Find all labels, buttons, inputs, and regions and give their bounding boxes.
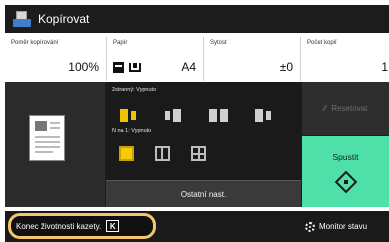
layout-4-on-1-button[interactable] [191, 146, 206, 161]
options-panel: 2stranný: Vypnuto N na 1: Vypnuto Ostatn… [106, 82, 301, 207]
duplex-1-to-1-button[interactable] [114, 105, 142, 125]
status-message-text: Konec životnosti kazety. [16, 221, 102, 231]
status-bar: Konec životnosti kazety. K Monitor stavu [5, 211, 389, 242]
copies-label: Počet kopií [307, 40, 337, 46]
duplex-2-to-1-button[interactable] [249, 105, 277, 125]
page-title: Kopírovat [38, 12, 90, 26]
other-settings-button[interactable]: Ostatní nast. [106, 180, 301, 207]
copy-ratio-setting[interactable]: Poměr kopírování 100% [5, 37, 105, 81]
layout-2-on-1-button[interactable] [155, 146, 170, 161]
settings-row: Poměr kopírování 100% Papír A4 Sytost ±0… [5, 37, 389, 81]
title-bar: Kopírovat [5, 5, 389, 33]
layout-1-on-1-button[interactable] [119, 146, 134, 161]
paper-setting[interactable]: Papír A4 [106, 37, 202, 81]
cassette-icon [113, 62, 124, 73]
duplex-2-to-2-button[interactable] [204, 105, 232, 125]
density-setting[interactable]: Sytost ±0 [203, 37, 299, 81]
copies-value: 1 [381, 60, 388, 74]
start-button[interactable]: Spustit [302, 136, 389, 207]
density-value: ±0 [279, 60, 293, 74]
density-label: Sytost [210, 40, 227, 46]
reset-button[interactable]: ⁄⁄ Resetovat [302, 82, 389, 135]
duplex-label: 2stranný: Vypnuto [112, 87, 157, 93]
paper-label: Papír [113, 40, 128, 46]
gear-icon [305, 221, 315, 232]
status-message[interactable]: Konec životnosti kazety. K [8, 213, 156, 239]
main-panel: 2stranný: Vypnuto N na 1: Vypnuto Ostatn… [5, 82, 389, 207]
status-monitor-label: Monitor stavu [319, 222, 368, 231]
n-on-1-label: N na 1: Vypnuto [112, 128, 152, 134]
copy-ratio-value: 100% [68, 60, 99, 74]
tray-icon [129, 63, 141, 72]
start-label: Spustit [332, 152, 359, 162]
reset-icon: ⁄⁄ [323, 104, 327, 113]
reset-label: Resetovat [331, 104, 368, 113]
copy-screen: Kopírovat Poměr kopírování 100% Papír A4… [0, 0, 389, 242]
copier-icon [13, 11, 31, 27]
toner-key-badge: K [106, 220, 120, 232]
document-preview [5, 82, 105, 207]
status-monitor-button[interactable]: Monitor stavu [302, 211, 389, 242]
n-on-1-options [119, 146, 206, 161]
document-preview-icon [29, 115, 65, 161]
start-icon [334, 170, 358, 194]
paper-value: A4 [181, 60, 196, 74]
copy-ratio-label: Poměr kopírování [11, 40, 59, 46]
duplex-1-to-2-button[interactable] [159, 105, 187, 125]
duplex-options [114, 105, 277, 125]
copies-setting[interactable]: Počet kopií 1 [300, 37, 389, 81]
